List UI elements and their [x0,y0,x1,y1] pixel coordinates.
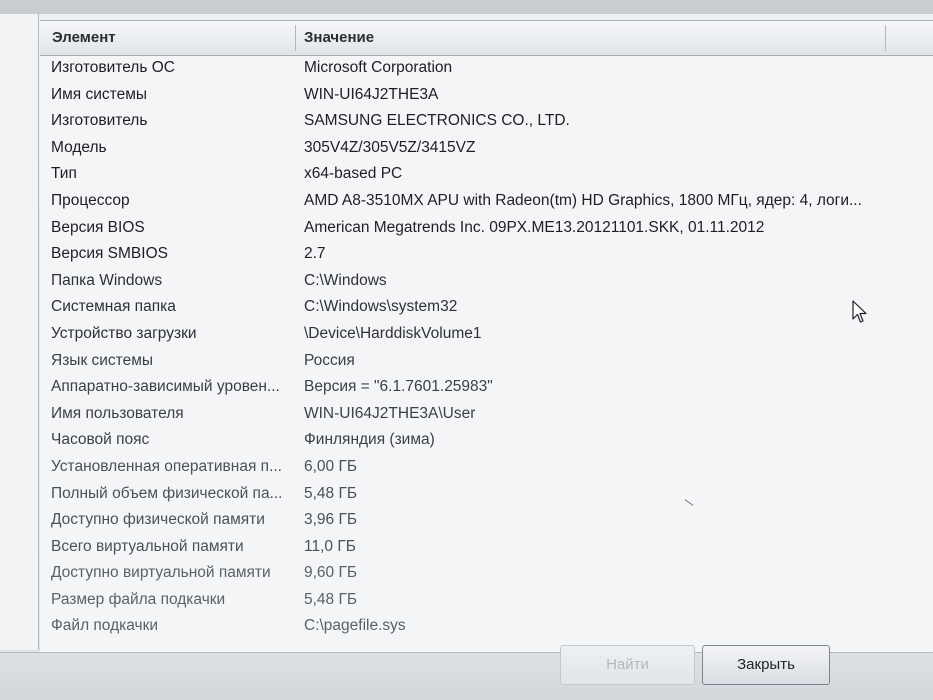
row-element: Устройство загрузки [51,324,197,342]
row-value: WIN-UI64J2THE3A\User [304,404,476,422]
row-value: American Megatrends Inc. 09PX.ME13.20121… [304,218,765,236]
row-element: Имя пользователя [51,404,184,422]
row-value: 9,60 ГБ [304,564,358,582]
row-value: 305V4Z/305V5Z/3415VZ [304,138,476,156]
row-element: Часовой пояс [51,431,150,449]
list-row[interactable]: Модель 305V4Z/305V5Z/3415VZ [40,135,933,162]
row-value: \Device\HarddiskVolume1 [304,324,482,342]
system-info-window: Элемент Значение Изготовитель ОС Microsof… [0,0,933,700]
row-element: Доступно виртуальной памяти [51,564,271,582]
row-element: Тип [51,165,77,183]
row-element: Изготовитель [51,112,148,130]
row-value: Финляндия (зима) [304,431,435,449]
row-element: Папка Windows [51,271,163,289]
row-element: Полный объем физической па... [51,484,283,502]
list-header: Элемент Значение [40,21,933,56]
list-row[interactable]: Размер файла подкачки 5,48 ГБ [40,587,933,614]
list-row[interactable]: Имя системы WIN-UI64J2THE3A [40,82,933,109]
list-row[interactable]: Файл подкачки C:\pagefile.sys [40,613,933,640]
list-row[interactable]: Полный объем физической па... 5,48 ГБ [40,481,933,508]
list-row[interactable]: Язык системы Россия [40,348,933,375]
window-top-strip [0,0,933,14]
list-row[interactable]: Системная папка C:\Windows\system32 [40,294,933,321]
list-row[interactable]: Версия SMBIOS 2.7 [40,241,933,268]
list-row[interactable]: Устройство загрузки \Device\HarddiskVolum… [40,321,933,348]
row-value: 5,48 ГБ [304,590,358,608]
row-value: C:\Windows\system32 [304,298,458,316]
row-element: Язык системы [51,351,154,369]
row-value: 5,48 ГБ [304,484,358,502]
list-row[interactable]: Папка Windows C:\Windows [40,268,933,295]
row-value: 11,0 ГБ [304,537,356,555]
row-value: WIN-UI64J2THE3A [304,85,439,103]
list-row[interactable]: Доступно физической памяти 3,96 ГБ [40,507,933,534]
list-row[interactable]: Аппаратно-зависимый уровен... Версия = "6… [40,374,933,401]
list-row[interactable]: Имя пользователя WIN-UI64J2THE3A\User [40,401,933,428]
close-button[interactable]: Закрыть [702,645,830,685]
list-row[interactable]: Доступно виртуальной памяти 9,60 ГБ [40,560,933,587]
row-element: Модель [51,138,107,156]
row-element: Версия BIOS [51,218,145,236]
mouse-pointer-icon [852,300,867,323]
row-element: Всего виртуальной памяти [51,537,244,555]
row-element: Имя системы [51,85,147,103]
column-divider[interactable] [885,25,886,51]
find-button[interactable]: Найти [560,645,695,685]
row-element: Версия SMBIOS [51,245,168,263]
system-summary-list[interactable]: Элемент Значение Изготовитель ОС Microsof… [40,20,933,654]
list-row[interactable]: Версия BIOS American Megatrends Inc. 09PX… [40,215,933,242]
row-value: Microsoft Corporation [304,59,453,76]
row-value: Россия [304,351,355,369]
category-tree-pane[interactable] [0,14,39,650]
list-row[interactable]: Тип x64-based PC [40,161,933,188]
row-value: AMD A8-3510MX APU with Radeon(tm) HD Gra… [304,191,862,209]
list-row[interactable]: Изготовитель SAMSUNG ELECTRONICS CO., LTD… [40,108,933,135]
row-element: Доступно физической памяти [51,511,265,529]
column-divider[interactable] [295,25,296,51]
row-element: Процессор [51,191,130,209]
row-value: C:\pagefile.sys [304,617,406,635]
list-row[interactable]: Часовой пояс Финляндия (зима) [40,427,933,454]
row-value: SAMSUNG ELECTRONICS CO., LTD. [304,112,570,130]
row-value: 6,00 ГБ [304,457,358,475]
list-row[interactable]: Установленная оперативная п... 6,00 ГБ [40,454,933,481]
list-row[interactable]: Процессор AMD A8-3510MX APU with Radeon(t… [40,188,933,215]
row-element: Аппаратно-зависимый уровен... [51,378,280,396]
list-row[interactable]: Всего виртуальной памяти 11,0 ГБ [40,534,933,561]
row-element: Системная папка [51,298,176,316]
list-row[interactable]: Изготовитель ОС Microsoft Corporation [40,55,933,82]
row-value: C:\Windows [304,271,387,289]
row-value: 3,96 ГБ [304,511,358,529]
row-value: 2.7 [304,245,326,263]
row-element: Изготовитель ОС [51,59,175,76]
row-element: Файл подкачки [51,617,159,635]
column-header-value[interactable]: Значение [304,21,374,55]
list-rows: Изготовитель ОС Microsoft Corporation Имя… [40,55,933,640]
row-element: Установленная оперативная п... [51,457,282,475]
row-element: Размер файла подкачки [51,590,226,608]
row-value: Версия = "6.1.7601.25983" [304,378,493,396]
column-header-element[interactable]: Элемент [52,21,116,55]
row-value: x64-based PC [304,165,403,183]
